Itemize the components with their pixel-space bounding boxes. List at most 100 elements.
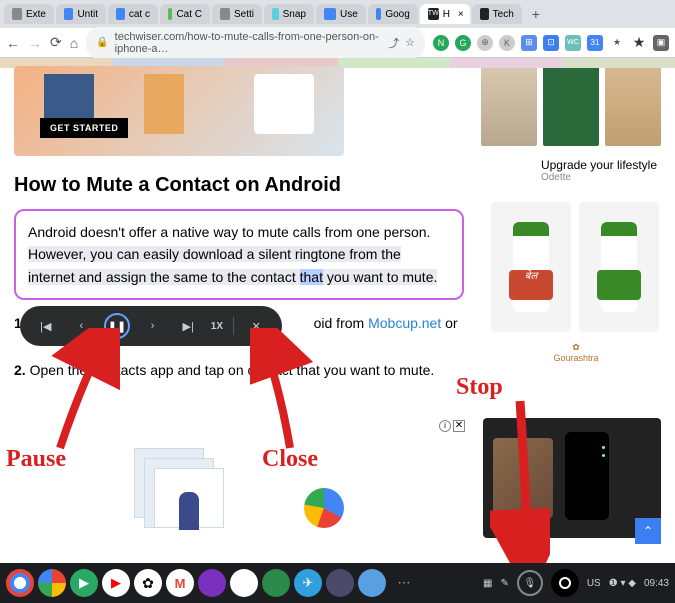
youtube-icon[interactable]: ▶ xyxy=(102,569,130,597)
playback-rate[interactable]: 1X xyxy=(211,321,223,332)
tray-icon[interactable]: ▦ xyxy=(483,578,492,589)
omnibox[interactable]: 🔒 techwiser.com/how-to-mute-calls-from-o… xyxy=(86,27,425,59)
highlighted-paragraph: Android doesn't offer a native way to mu… xyxy=(14,209,464,300)
ext-icon[interactable]: N xyxy=(433,35,449,51)
tab-label: Use xyxy=(340,9,358,20)
ext-icon[interactable]: ⊡ xyxy=(543,35,559,51)
stop-ring-icon xyxy=(559,577,571,589)
upgrade-subtitle: Odette xyxy=(541,172,657,183)
tab-label: Goog xyxy=(385,9,409,20)
app-icon[interactable] xyxy=(230,569,258,597)
ext-icon[interactable]: 31 xyxy=(587,35,603,51)
upgrade-title: Upgrade your lifestyle xyxy=(541,158,657,172)
product-item[interactable]: बेल xyxy=(491,202,571,332)
tab-label: Untit xyxy=(77,9,98,20)
photos-icon[interactable]: ✿ xyxy=(134,569,162,597)
status-icons[interactable]: ❶ ▾ ◆ xyxy=(609,578,636,589)
chrome-icon[interactable] xyxy=(38,569,66,597)
telegram-icon[interactable]: ✈ xyxy=(294,569,322,597)
onenote-icon[interactable] xyxy=(198,569,226,597)
taskbar: ▶ ▶ ✿ M ✈ ⋯ ▦ ✎ 🎙 US ❶ ▾ ◆ 09:43 xyxy=(0,563,675,603)
close-tab-icon[interactable]: × xyxy=(458,9,464,20)
article-heading: How to Mute a Contact on Android xyxy=(14,174,464,197)
tab-5[interactable]: Snap xyxy=(264,4,314,24)
text: or xyxy=(445,315,457,331)
phone-mockup xyxy=(565,432,609,520)
mic-button[interactable]: 🎙 xyxy=(517,570,543,596)
tab-0[interactable]: Exte xyxy=(4,4,54,24)
tab-label: Exte xyxy=(26,9,46,20)
tab-6[interactable]: Use xyxy=(316,4,366,24)
next-track-button[interactable]: ▶| xyxy=(175,313,201,339)
app-icon[interactable] xyxy=(262,569,290,597)
ext-icon[interactable]: ⊕ xyxy=(477,35,493,51)
tab-8-active[interactable]: TWH× xyxy=(420,4,470,24)
ext-icon[interactable]: G xyxy=(455,35,471,51)
product-thumb[interactable] xyxy=(481,66,537,146)
text: oid from xyxy=(314,315,368,331)
new-tab-button[interactable]: + xyxy=(524,4,548,24)
tab-4[interactable]: Setti xyxy=(212,4,262,24)
extensions-icon[interactable]: ★ xyxy=(631,35,647,51)
right-ads-column: बेल ✿Gourashtra xyxy=(491,198,661,363)
browser-toolbar: ← → ⟳ ⌂ 🔒 techwiser.com/how-to-mute-call… xyxy=(0,28,675,58)
step-number: 2. xyxy=(14,362,30,378)
prev-button[interactable]: ‹ xyxy=(68,313,94,339)
tab-9[interactable]: Tech xyxy=(472,4,522,24)
star-icon[interactable]: ☆ xyxy=(405,36,415,49)
app-icon[interactable] xyxy=(358,569,386,597)
gmail-icon[interactable]: M xyxy=(166,569,194,597)
app-icon[interactable] xyxy=(326,569,354,597)
extension-icons: N G ⊕ K ⊞ ⊡ WC 31 ★ ★ ▣ xyxy=(433,35,669,51)
account-icon[interactable]: ▣ xyxy=(653,35,669,51)
tab-label: H xyxy=(443,9,450,20)
side-products xyxy=(481,66,661,156)
launcher-icon[interactable] xyxy=(6,569,34,597)
mobcup-link[interactable]: Mobcup.net xyxy=(368,315,441,331)
tab-label: Setti xyxy=(234,9,254,20)
overflow-icon[interactable]: ⋯ xyxy=(390,569,418,597)
home-button[interactable]: ⌂ xyxy=(70,35,78,51)
brand-logo: ✿Gourashtra xyxy=(491,342,661,363)
upgrade-text[interactable]: Upgrade your lifestyle Odette xyxy=(541,158,657,183)
url-text: techwiser.com/how-to-mute-calls-from-one… xyxy=(115,31,382,55)
forward-button[interactable]: → xyxy=(28,35,42,51)
play-store-icon[interactable]: ▶ xyxy=(70,569,98,597)
prev-track-button[interactable]: |◀ xyxy=(33,313,59,339)
product-thumb[interactable] xyxy=(543,66,599,146)
tab-label: Cat C xyxy=(176,9,202,20)
ext-icon[interactable]: WC xyxy=(565,35,581,51)
tab-2[interactable]: cat c xyxy=(108,4,158,24)
tab-strip: Exte Untit cat c Cat C Setti Snap Use Go… xyxy=(0,0,675,28)
scroll-to-top-button[interactable]: ⌃ xyxy=(635,518,661,544)
tab-3[interactable]: Cat C xyxy=(160,4,210,24)
ext-icon[interactable]: K xyxy=(499,35,515,51)
tts-media-controls: |◀ ‹ ❚❚ › ▶| 1X ✕ xyxy=(20,306,282,346)
lock-icon: 🔒 xyxy=(96,37,108,48)
ext-icon[interactable]: ★ xyxy=(609,35,625,51)
browser-chrome: Exte Untit cat c Cat C Setti Snap Use Go… xyxy=(0,0,675,58)
tab-1[interactable]: Untit xyxy=(56,4,106,24)
selected-word: that xyxy=(300,269,323,285)
pause-button[interactable]: ❚❚ xyxy=(104,313,130,339)
tab-7[interactable]: Goog xyxy=(368,4,418,24)
left-ad-panel[interactable]: i ✕ xyxy=(14,418,467,538)
product-item[interactable] xyxy=(579,202,659,332)
next-button[interactable]: › xyxy=(140,313,166,339)
tray-icon[interactable]: ✎ xyxy=(500,578,508,589)
ext-icon[interactable]: ⊞ xyxy=(521,35,537,51)
get-started-button[interactable]: GET STARTED xyxy=(40,118,128,138)
close-button[interactable]: ✕ xyxy=(243,313,269,339)
reload-button[interactable]: ⟳ xyxy=(50,34,62,51)
product-thumb[interactable] xyxy=(605,66,661,146)
stop-button[interactable] xyxy=(551,569,579,597)
share-icon[interactable]: ⤴ xyxy=(388,35,399,51)
ad-close-icon[interactable]: ✕ xyxy=(453,420,465,432)
page-content: GET STARTED Upgrade your lifestyle Odett… xyxy=(0,58,675,563)
back-button[interactable]: ← xyxy=(6,35,20,51)
system-tray: ▦ ✎ 🎙 US ❶ ▾ ◆ 09:43 xyxy=(483,569,669,597)
hero-banner[interactable]: GET STARTED xyxy=(14,66,344,156)
ad-info-icon[interactable]: i xyxy=(439,420,451,432)
language-indicator[interactable]: US xyxy=(587,578,601,589)
clock[interactable]: 09:43 xyxy=(644,578,669,589)
